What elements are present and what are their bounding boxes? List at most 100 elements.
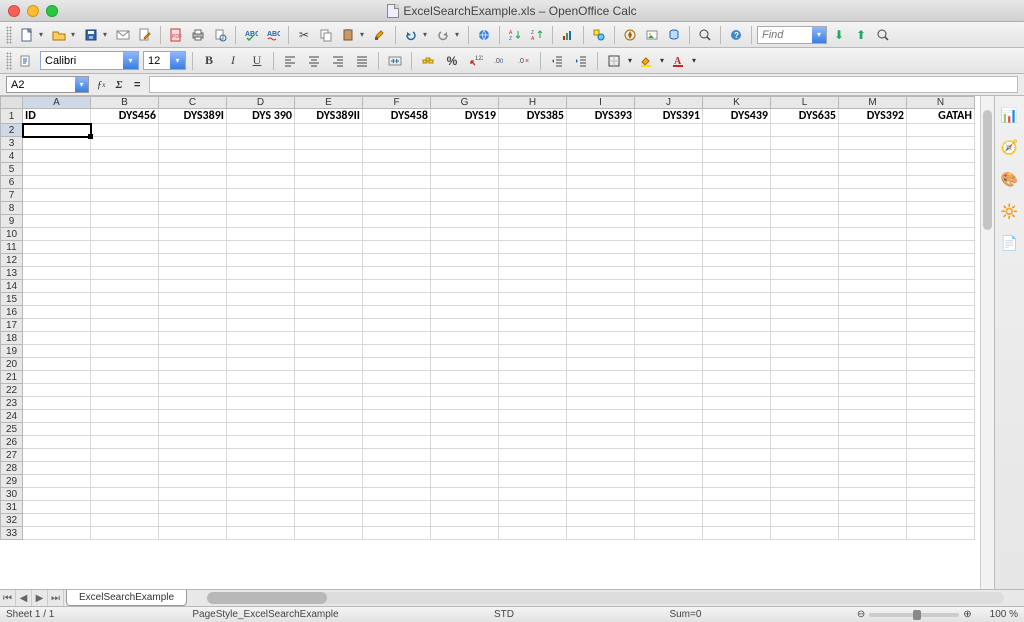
cell[interactable] bbox=[839, 358, 907, 371]
cell[interactable] bbox=[839, 306, 907, 319]
cell[interactable] bbox=[839, 254, 907, 267]
cell[interactable] bbox=[635, 163, 703, 176]
cell[interactable] bbox=[363, 293, 431, 306]
cell[interactable] bbox=[907, 397, 975, 410]
row-header[interactable]: 29 bbox=[1, 475, 23, 488]
cell-reference-input[interactable] bbox=[7, 79, 75, 91]
cell[interactable] bbox=[771, 267, 839, 280]
cell[interactable] bbox=[839, 488, 907, 501]
cell[interactable] bbox=[635, 462, 703, 475]
cell[interactable] bbox=[907, 527, 975, 540]
zoom-value-label[interactable]: 100 % bbox=[990, 609, 1018, 620]
bg-color-button[interactable] bbox=[636, 51, 656, 71]
percent-button[interactable]: % bbox=[442, 51, 462, 71]
cell[interactable] bbox=[23, 488, 91, 501]
cell[interactable] bbox=[907, 254, 975, 267]
cell[interactable] bbox=[227, 345, 295, 358]
cell[interactable] bbox=[159, 267, 227, 280]
cell[interactable] bbox=[703, 215, 771, 228]
bold-button[interactable]: B bbox=[199, 51, 219, 71]
cell[interactable] bbox=[907, 241, 975, 254]
cell[interactable] bbox=[635, 241, 703, 254]
cell[interactable] bbox=[295, 280, 363, 293]
cell[interactable] bbox=[839, 384, 907, 397]
cell[interactable] bbox=[295, 462, 363, 475]
column-header[interactable]: K bbox=[703, 97, 771, 109]
cell[interactable] bbox=[295, 202, 363, 215]
cell[interactable] bbox=[499, 449, 567, 462]
cell[interactable] bbox=[431, 293, 499, 306]
cell[interactable] bbox=[159, 137, 227, 150]
cell[interactable] bbox=[159, 215, 227, 228]
cell[interactable] bbox=[363, 436, 431, 449]
cell[interactable] bbox=[227, 358, 295, 371]
cell[interactable] bbox=[703, 137, 771, 150]
row-header[interactable]: 20 bbox=[1, 358, 23, 371]
cell[interactable] bbox=[703, 501, 771, 514]
column-header[interactable]: N bbox=[907, 97, 975, 109]
cell[interactable] bbox=[839, 137, 907, 150]
bg-color-dropdown[interactable]: ▾ bbox=[660, 56, 664, 65]
cell[interactable] bbox=[227, 371, 295, 384]
cell[interactable] bbox=[159, 306, 227, 319]
hscroll-thumb[interactable] bbox=[207, 592, 327, 604]
cell[interactable] bbox=[907, 462, 975, 475]
column-header[interactable]: A bbox=[23, 97, 91, 109]
cell[interactable] bbox=[771, 358, 839, 371]
cell[interactable] bbox=[771, 254, 839, 267]
cell[interactable] bbox=[23, 202, 91, 215]
find-input[interactable] bbox=[758, 29, 812, 41]
cell[interactable] bbox=[839, 462, 907, 475]
cell[interactable] bbox=[227, 241, 295, 254]
zoom-button[interactable] bbox=[695, 25, 715, 45]
cell[interactable] bbox=[295, 436, 363, 449]
cell[interactable] bbox=[295, 163, 363, 176]
cell[interactable] bbox=[567, 514, 635, 527]
cell[interactable] bbox=[363, 449, 431, 462]
cell[interactable] bbox=[839, 501, 907, 514]
cell[interactable] bbox=[771, 228, 839, 241]
cell[interactable] bbox=[771, 384, 839, 397]
column-header[interactable]: M bbox=[839, 97, 907, 109]
cell[interactable] bbox=[295, 215, 363, 228]
font-name-dropdown[interactable]: ▾ bbox=[123, 52, 138, 69]
cell[interactable] bbox=[227, 124, 295, 137]
cell[interactable] bbox=[227, 176, 295, 189]
cell[interactable] bbox=[499, 254, 567, 267]
redo-button[interactable] bbox=[433, 25, 453, 45]
cell[interactable] bbox=[23, 137, 91, 150]
cell[interactable] bbox=[839, 163, 907, 176]
column-header[interactable]: F bbox=[363, 97, 431, 109]
cell[interactable] bbox=[703, 488, 771, 501]
first-sheet-button[interactable]: ⏮ bbox=[0, 590, 16, 606]
cell[interactable] bbox=[159, 241, 227, 254]
font-color-dropdown[interactable]: ▾ bbox=[692, 56, 696, 65]
cell[interactable] bbox=[567, 306, 635, 319]
cell[interactable] bbox=[23, 189, 91, 202]
cell[interactable] bbox=[159, 358, 227, 371]
cell[interactable] bbox=[567, 137, 635, 150]
cell[interactable] bbox=[499, 410, 567, 423]
select-all-corner[interactable] bbox=[1, 97, 23, 109]
cell[interactable] bbox=[23, 462, 91, 475]
cell[interactable] bbox=[567, 488, 635, 501]
row-header[interactable]: 22 bbox=[1, 384, 23, 397]
font-size-dropdown[interactable]: ▾ bbox=[170, 52, 185, 69]
row-header[interactable]: 24 bbox=[1, 410, 23, 423]
edit-file-button[interactable] bbox=[135, 25, 155, 45]
cell[interactable] bbox=[295, 293, 363, 306]
cell[interactable] bbox=[703, 514, 771, 527]
new-document-button[interactable] bbox=[17, 25, 37, 45]
cell[interactable] bbox=[363, 514, 431, 527]
datasources-button[interactable] bbox=[664, 25, 684, 45]
cell[interactable] bbox=[363, 124, 431, 137]
undo-button[interactable] bbox=[401, 25, 421, 45]
cell[interactable] bbox=[227, 527, 295, 540]
toolbar-grip[interactable] bbox=[6, 52, 12, 70]
cell[interactable] bbox=[23, 150, 91, 163]
cell[interactable] bbox=[499, 319, 567, 332]
cell[interactable] bbox=[91, 150, 159, 163]
cell[interactable] bbox=[295, 514, 363, 527]
cell[interactable] bbox=[431, 358, 499, 371]
cell[interactable] bbox=[23, 163, 91, 176]
